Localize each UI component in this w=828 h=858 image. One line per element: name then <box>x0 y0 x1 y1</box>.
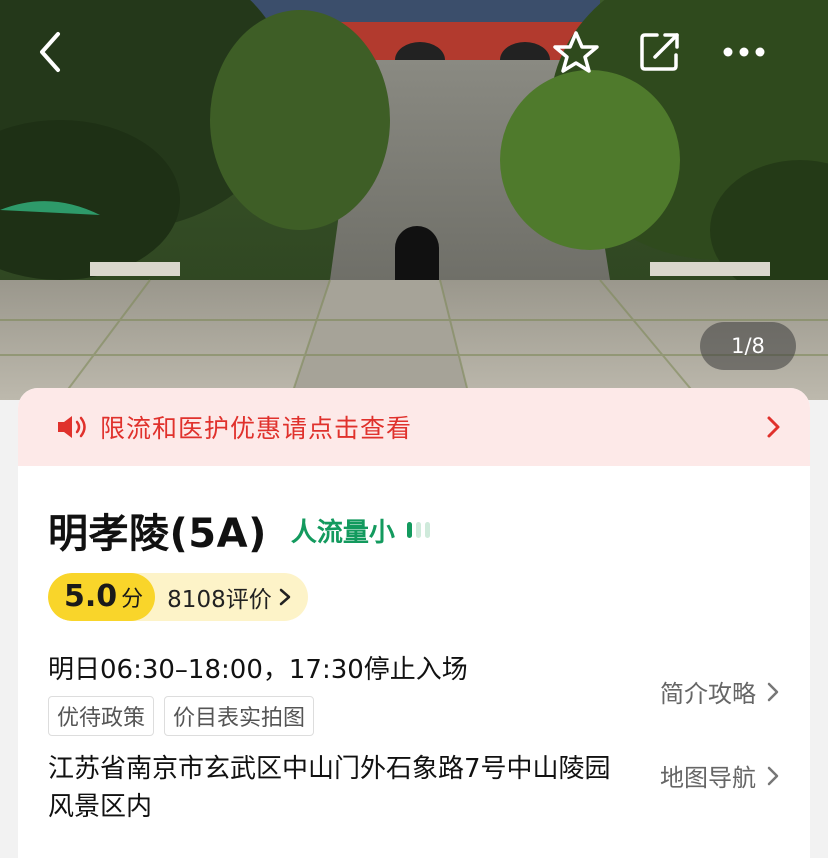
share-icon <box>640 33 679 71</box>
favorite-button[interactable] <box>548 24 604 80</box>
attraction-card: 限流和医护优惠请点击查看 明孝陵(5A) 人流量小 5.0 分 8108评价 明… <box>18 388 810 858</box>
intro-guide-label: 简介攻略 <box>660 680 756 708</box>
map-navigation-label: 地图导航 <box>660 764 756 792</box>
address: 江苏省南京市玄武区中山门外石象路7号中山陵园风景区内 <box>48 754 611 822</box>
hero-photo[interactable]: 1/8 <box>0 0 828 400</box>
notice-bar[interactable]: 限流和医护优惠请点击查看 <box>18 388 810 466</box>
review-count: 8108评价 <box>167 587 272 613</box>
score-unit: 分 <box>121 587 144 612</box>
crowd-level-indicator <box>406 522 430 538</box>
crowd-level-bar <box>415 522 421 538</box>
chevron-right-icon <box>767 766 779 785</box>
title-row: 明孝陵(5A) 人流量小 <box>18 504 810 557</box>
back-button[interactable] <box>22 24 78 80</box>
rating-badge[interactable]: 5.0 分 8108评价 <box>48 573 308 621</box>
attraction-title: 明孝陵(5A) <box>48 511 267 557</box>
speaker-icon <box>58 416 86 438</box>
tag-preferential-policy[interactable]: 优待政策 <box>48 696 155 736</box>
more-button[interactable] <box>716 24 772 80</box>
crowd-status: 人流量小 <box>290 517 395 548</box>
intro-guide-link[interactable]: 简介攻略 <box>660 674 780 709</box>
info-section: 明日06:30–18:00，17:30停止入场 优待政策 价目表实拍图 简介攻略… <box>18 650 810 826</box>
chevron-right-icon <box>767 682 779 701</box>
share-button[interactable] <box>632 24 688 80</box>
score-value: 5.0 <box>64 579 118 614</box>
star-icon <box>553 31 599 73</box>
chevron-right-icon <box>279 588 290 606</box>
chevron-right-icon <box>767 416 780 438</box>
crowd-level-bar <box>424 522 430 538</box>
photo-counter[interactable]: 1/8 <box>700 322 796 370</box>
crowd-level-bar <box>406 522 412 538</box>
tag-price-list-photo[interactable]: 价目表实拍图 <box>164 696 315 736</box>
notice-text: 限流和医护优惠请点击查看 <box>100 414 413 443</box>
more-dots-icon <box>723 47 765 57</box>
chevron-left-icon <box>40 32 60 72</box>
score-pill: 5.0 分 <box>48 573 156 621</box>
review-count-link[interactable]: 8108评价 <box>155 573 308 621</box>
map-navigation-link[interactable]: 地图导航 <box>660 758 780 793</box>
rating-row: 5.0 分 8108评价 <box>48 572 810 622</box>
